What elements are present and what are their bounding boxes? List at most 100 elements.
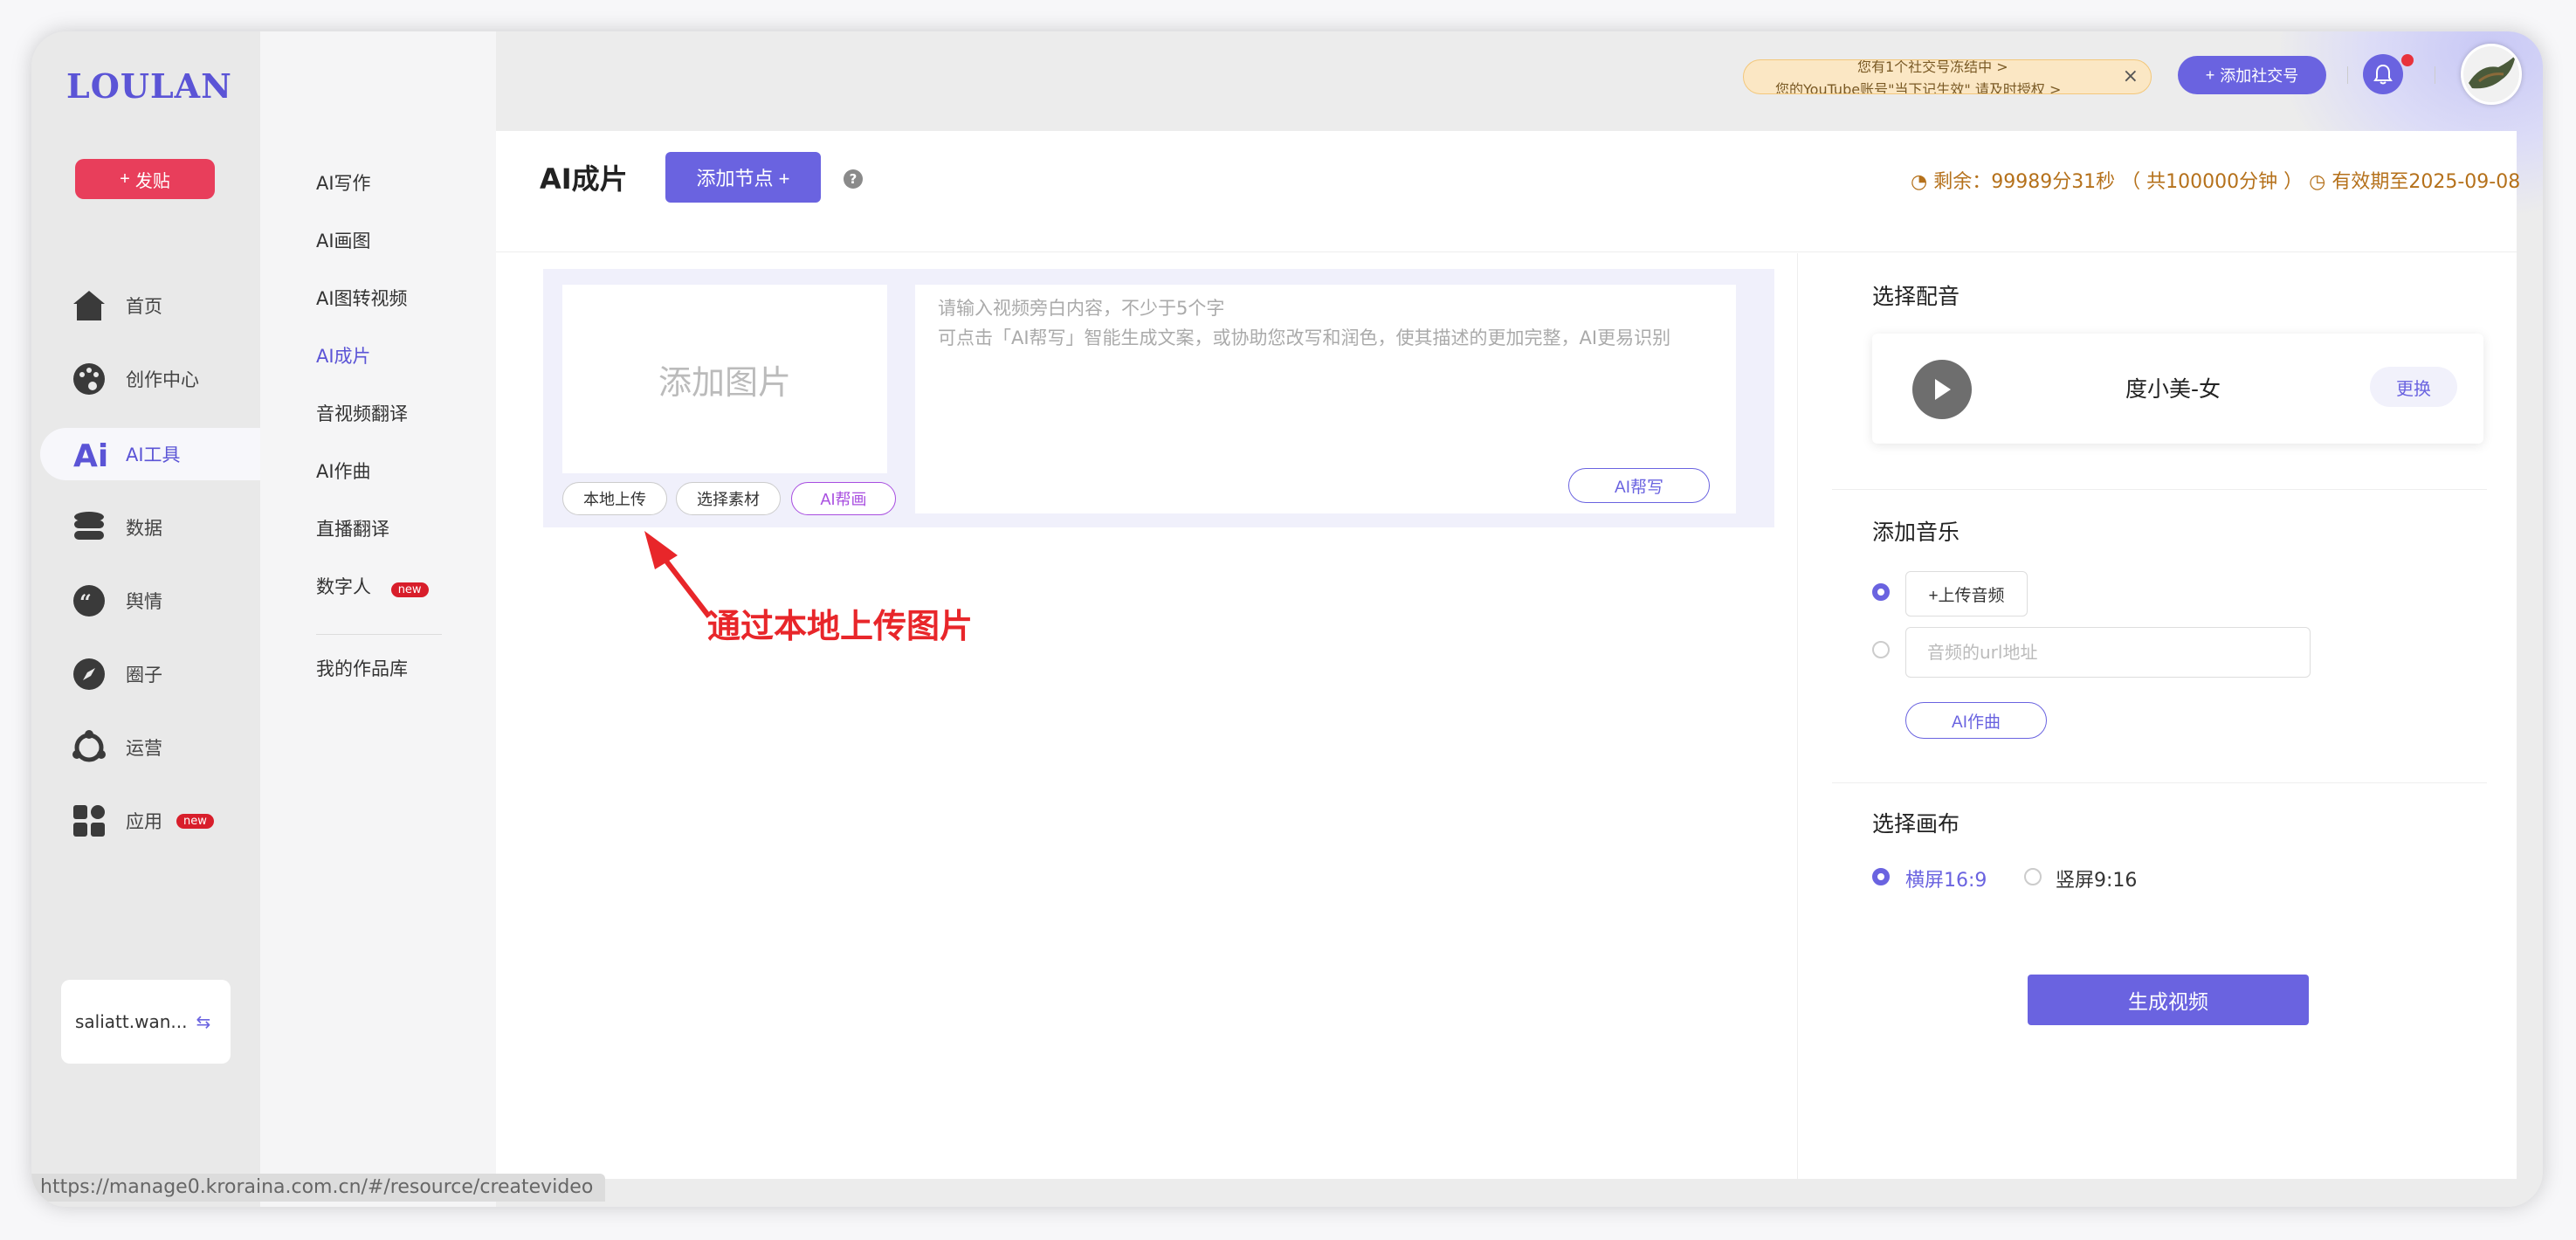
audio-url-input[interactable]	[1905, 627, 2311, 678]
nav-item-opinion[interactable]: “ 舆情	[40, 575, 260, 627]
nav-item-circle[interactable]: 圈子	[40, 648, 260, 700]
subnav-divider	[316, 634, 442, 635]
new-badge: new	[176, 813, 214, 829]
topbar-separator	[2347, 66, 2348, 84]
account-name: saliatt.wan...	[75, 1011, 188, 1032]
apps-icon	[72, 803, 107, 838]
palette-icon	[72, 362, 107, 396]
portrait-radio[interactable]	[2024, 868, 2042, 885]
bell-icon	[2373, 64, 2393, 85]
play-button[interactable]	[1912, 360, 1972, 419]
nav-item-creation[interactable]: 创作中心	[40, 353, 260, 405]
subnav-av-translation[interactable]: 音视频翻译	[316, 400, 408, 426]
upload-audio-radio[interactable]	[1872, 583, 1890, 601]
subnav-library[interactable]: 我的作品库	[316, 655, 408, 681]
pie-icon: ◔	[1911, 171, 1928, 193]
placeholder-line-2: 可点击「AI帮写」智能生成文案，或协助您改写和润色，使其描述的更加完整，AI更易…	[938, 327, 1671, 348]
nav-item-ai-tools[interactable]: Ai AI工具	[40, 428, 260, 480]
nav-label: 舆情	[126, 591, 162, 612]
change-voice-button[interactable]: 更换	[2370, 367, 2457, 407]
plus-icon: +	[120, 169, 130, 189]
page-title: AI成片	[540, 162, 628, 196]
subnav-ai-compose[interactable]: AI作曲	[316, 458, 371, 484]
notice-banner[interactable]: 您有1个社交号冻结中 > 您的YouTube账号"当下记生效" 请及时授权 > …	[1743, 59, 2152, 94]
portrait-option[interactable]: 竖屏9:16	[2056, 865, 2137, 892]
subnav-ai-image-to-video[interactable]: AI图转视频	[316, 285, 408, 311]
subnav-ai-drawing[interactable]: AI画图	[316, 227, 371, 253]
notice-line-2: 您的YouTube账号"当下记生效" 请及时授权 >	[1775, 81, 2062, 94]
add-node-button[interactable]: 添加节点 +	[665, 152, 821, 203]
landscape-radio[interactable]	[1872, 868, 1890, 885]
voice-card: 度小美-女 更换	[1872, 334, 2483, 444]
help-icon[interactable]: ?	[844, 169, 863, 189]
remaining-text: 剩余：99989分31秒 （ 共100000分钟 ）	[1933, 171, 2304, 193]
close-icon[interactable]: ×	[2123, 65, 2139, 87]
nav-label: 创作中心	[126, 369, 199, 390]
ai-write-button[interactable]: AI帮写	[1568, 468, 1710, 503]
plus-icon: +	[2205, 65, 2215, 84]
annotation-text: 通过本地上传图片	[707, 607, 974, 645]
nav-item-data[interactable]: 数据	[40, 501, 260, 554]
sub-nav: AI写作 AI画图 AI图转视频 AI成片 音视频翻译 AI作曲 直播翻译 数字…	[260, 31, 496, 1207]
video-node: 添加图片 本地上传 选择素材 AI帮画 请输入视频旁白内容，不少于5个字 可点击…	[543, 269, 1774, 527]
svg-text:“: “	[79, 589, 92, 615]
nav-item-home[interactable]: 首页	[40, 279, 260, 332]
remaining-time: ◔ 剩余：99989分31秒 （ 共100000分钟 ） ◷ 有效期至2025-…	[1911, 166, 2520, 194]
music-section-title: 添加音乐	[1872, 520, 1960, 545]
nav-item-operations[interactable]: 运营	[40, 721, 260, 774]
valid-until-text: 有效期至2025-09-08	[2331, 171, 2521, 193]
database-icon	[72, 510, 107, 545]
account-switcher[interactable]: saliatt.wan... ⇆	[61, 980, 231, 1064]
notification-dot	[2401, 54, 2414, 66]
publish-button[interactable]: + 发贴	[75, 159, 215, 199]
local-upload-button[interactable]: 本地上传	[562, 482, 667, 515]
main-content: AI成片 添加节点 + ? ◔ 剩余：99989分31秒 （ 共100000分钟…	[496, 131, 2520, 1179]
voice-name: 度小美-女	[2125, 376, 2221, 402]
nav-item-apps[interactable]: 应用 new	[40, 795, 260, 847]
nav-label: AI工具	[126, 444, 181, 465]
nav-label: 应用	[126, 811, 162, 832]
panel-divider	[1797, 253, 1798, 1179]
swap-icon: ⇆	[196, 1011, 211, 1032]
placeholder-line-1: 请输入视频旁白内容，不少于5个字	[938, 298, 1225, 319]
logo: LOULAN	[66, 66, 232, 106]
subnav-live-translation[interactable]: 直播翻译	[316, 515, 389, 541]
avatar[interactable]	[2461, 44, 2522, 105]
ai-compose-button[interactable]: AI作曲	[1905, 702, 2047, 739]
add-image-area[interactable]: 添加图片	[562, 285, 887, 473]
subnav-ai-writing[interactable]: AI写作	[316, 169, 371, 196]
home-icon	[72, 288, 107, 323]
subnav-label: 数字人	[316, 576, 371, 597]
header-divider	[496, 251, 2517, 252]
generate-video-button[interactable]: 生成视频	[2028, 975, 2309, 1025]
voice-section-title: 选择配音	[1872, 284, 1960, 309]
upload-audio-button[interactable]: +上传音频	[1905, 571, 2028, 617]
left-nav: LOULAN + 发贴 首页 创作中心 Ai AI工具 数据 “ 舆情 圈子 运…	[31, 31, 260, 1207]
section-divider	[1832, 782, 2487, 783]
nav-label: 首页	[126, 296, 162, 317]
operations-icon	[72, 730, 107, 765]
audio-url-radio[interactable]	[1872, 641, 1890, 658]
ai-draw-button[interactable]: AI帮画	[791, 482, 896, 515]
clock-icon: ◷	[2309, 171, 2326, 193]
quote-icon: “	[72, 583, 107, 618]
narration-textarea[interactable]: 请输入视频旁白内容，不少于5个字 可点击「AI帮写」智能生成文案，或协助您改写和…	[915, 285, 1736, 513]
nav-label: 运营	[126, 738, 162, 759]
notice-line-1: 您有1个社交号冻结中 >	[1857, 59, 2008, 75]
publish-label: 发贴	[134, 171, 170, 191]
compass-icon	[72, 657, 107, 692]
canvas-section-title: 选择画布	[1872, 811, 1960, 837]
app-window: LOULAN + 发贴 首页 创作中心 Ai AI工具 数据 “ 舆情 圈子 运…	[31, 31, 2543, 1207]
section-divider	[1832, 489, 2487, 490]
subnav-ai-video[interactable]: AI成片	[316, 342, 371, 369]
nav-label: 圈子	[126, 665, 162, 685]
choose-material-button[interactable]: 选择素材	[676, 482, 781, 515]
notification-button[interactable]	[2363, 54, 2403, 94]
subnav-digital-human[interactable]: 数字人 new	[316, 573, 429, 599]
new-badge: new	[390, 582, 429, 597]
svg-text:Ai: Ai	[73, 438, 107, 472]
add-social-account-button[interactable]: + 添加社交号	[2178, 56, 2326, 94]
nav-label: 数据	[126, 518, 162, 539]
landscape-option[interactable]: 横屏16:9	[1905, 865, 1987, 892]
narration-placeholder: 请输入视频旁白内容，不少于5个字 可点击「AI帮写」智能生成文案，或协助您改写和…	[938, 293, 1706, 353]
